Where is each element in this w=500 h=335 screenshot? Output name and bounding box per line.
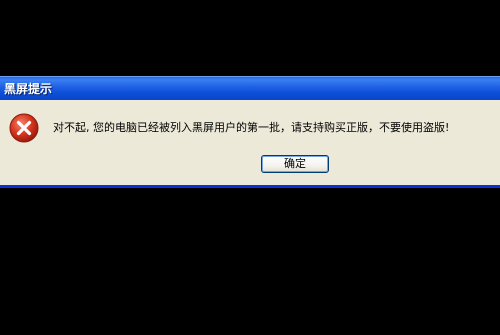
black-screen-background: 黑屏提示 对不起, 您的电脑已经被列入黑屏用户的第一批，请支持购买正版，不要使用… bbox=[0, 0, 500, 335]
dialog-message: 对不起, 您的电脑已经被列入黑屏用户的第一批，请支持购买正版，不要使用盗版! bbox=[53, 121, 450, 134]
error-icon bbox=[9, 113, 39, 143]
ok-button[interactable]: 确定 bbox=[261, 155, 329, 173]
dialog-titlebar[interactable]: 黑屏提示 bbox=[0, 76, 500, 100]
message-dialog: 黑屏提示 对不起, 您的电脑已经被列入黑屏用户的第一批，请支持购买正版，不要使用… bbox=[0, 76, 500, 188]
dialog-title: 黑屏提示 bbox=[4, 82, 53, 96]
